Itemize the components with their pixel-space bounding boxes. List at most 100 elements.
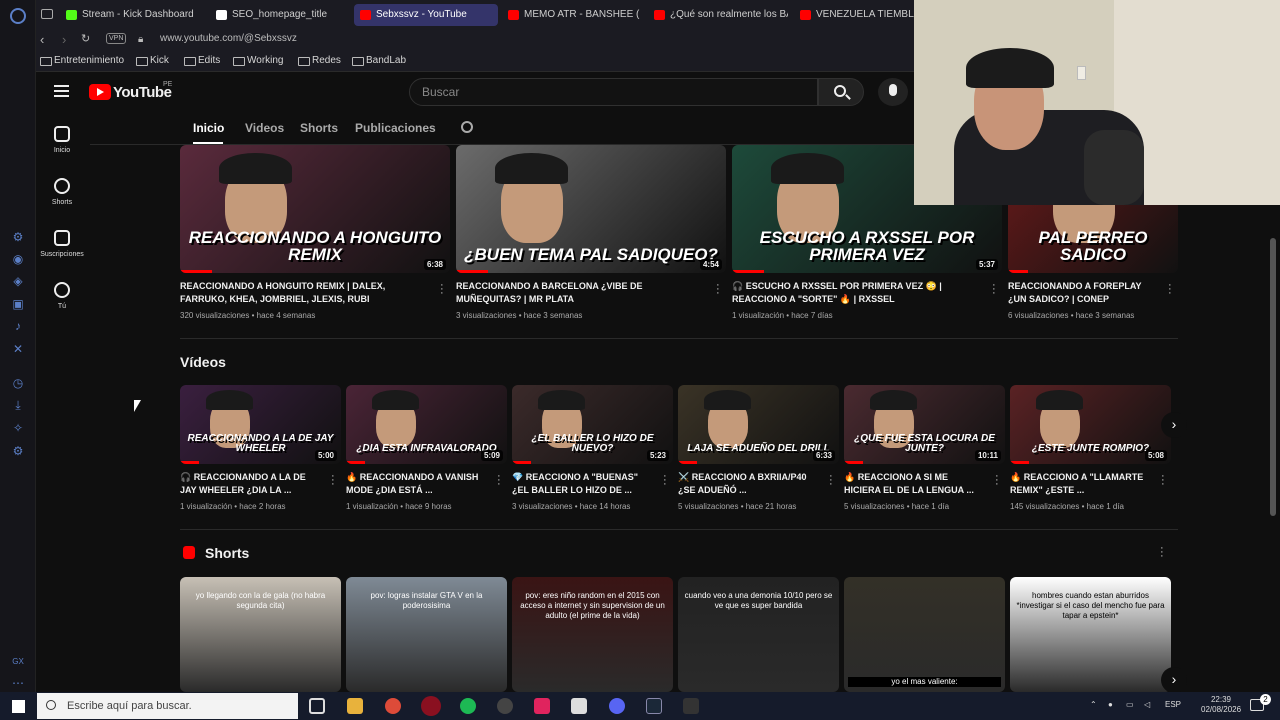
short-thumbnail[interactable]: cuando veo a una demonia 10/10 pero se v… <box>678 577 839 692</box>
tray-chevron-icon[interactable]: ⌃ <box>1090 700 1097 709</box>
tab-kick[interactable]: Stream - Kick Dashboard <box>60 4 210 26</box>
channel-search-icon[interactable] <box>461 121 473 133</box>
back-icon[interactable]: ‹ <box>40 32 44 47</box>
tab-memo[interactable]: MEMO ATR - BANSHEE ( V <box>502 4 642 26</box>
task-view-icon[interactable] <box>309 698 325 714</box>
more-options-icon[interactable]: · · · <box>716 280 720 299</box>
reload-icon[interactable]: ↻ <box>81 32 90 45</box>
video-title[interactable]: 🎧 ESCUCHO A RXSSEL POR PRIMERA VEZ 😳 | R… <box>732 280 978 306</box>
gear-icon[interactable]: ⚙ <box>10 443 26 459</box>
youtube-logo-icon[interactable] <box>89 84 111 100</box>
more-options-icon[interactable]: · · · <box>995 471 999 490</box>
browser-logo-icon[interactable] <box>10 8 26 24</box>
tab-inicio[interactable]: Inicio <box>193 121 224 135</box>
video-thumbnail[interactable]: LAJA SE ADUEÑO DEL DRILL 6:33 <box>678 385 839 464</box>
gx-icon[interactable]: GX <box>10 654 26 670</box>
whatsapp-icon[interactable]: ◉ <box>10 251 26 267</box>
short-thumbnail[interactable]: yo llegando con la de gala (no habra seg… <box>180 577 341 692</box>
forward-icon[interactable]: › <box>62 32 66 47</box>
windows-start-icon[interactable] <box>12 700 25 713</box>
extensions-icon[interactable]: ✧ <box>10 420 26 436</box>
clock[interactable]: 22:39 02/08/2026 <box>1201 695 1241 715</box>
file-explorer-icon[interactable] <box>347 698 363 714</box>
more-options-icon[interactable]: · · · <box>663 471 667 490</box>
more-options-icon[interactable]: · · · <box>497 471 501 490</box>
video-thumbnail[interactable]: REACCIONANDO A HONGUITO REMIX 6:38 <box>180 145 450 273</box>
short-thumbnail[interactable]: hombres cuando estan aburridos *investig… <box>1010 577 1171 692</box>
microphone-button[interactable] <box>878 78 908 106</box>
language-indicator[interactable]: ESP <box>1165 700 1181 709</box>
tiktok-icon[interactable]: ♪ <box>10 318 26 334</box>
short-thumbnail[interactable]: yo el mas valiente: <box>844 577 1005 692</box>
video-title[interactable]: 🎧 REACCIONANDO A LA DE JAY WHEELER ¿DIA … <box>180 471 317 497</box>
video-thumbnail[interactable]: ¿DIA ESTA INFRAVALORADO 5:09 <box>346 385 507 464</box>
video-title[interactable]: REACCIONANDO A HONGUITO REMIX | DALEX, F… <box>180 280 426 306</box>
video-title[interactable]: 🔥 REACCIONO A SI ME HICIERA EL DE LA LEN… <box>844 471 981 497</box>
history-icon[interactable]: ◷ <box>10 375 26 391</box>
taskbar-search-input[interactable]: Escribe aquí para buscar. <box>37 693 298 719</box>
video-title[interactable]: 💎 REACCIONO A "BUENAS" ¿EL BALLER LO HIZ… <box>512 471 649 497</box>
more-icon[interactable]: ⋯ <box>10 675 26 691</box>
epic-games-icon[interactable] <box>683 698 699 714</box>
video-thumbnail[interactable]: ¿ESTE JUNTE ROMPIO? 5:08 <box>1010 385 1171 464</box>
bookmark-bandlab[interactable]: BandLab <box>352 55 406 66</box>
tab-que-son[interactable]: ¿Qué son realmente los BA <box>648 4 788 26</box>
tab-publicaciones[interactable]: Publicaciones <box>355 121 436 135</box>
more-options-icon[interactable]: · · · <box>992 280 996 299</box>
network-icon[interactable]: ▭ <box>1126 700 1134 709</box>
videos-section-title[interactable]: Vídeos <box>180 354 226 370</box>
more-options-icon[interactable]: · · · <box>829 471 833 490</box>
video-title[interactable]: ⚔️ REACCIONO A BXRIIA/P40 ¿SE ADUEÑÓ ... <box>678 471 815 497</box>
short-thumbnail[interactable]: pov: logras instalar GTA V en la poderos… <box>346 577 507 692</box>
video-thumbnail[interactable]: REACCIONANDO A LA DE JAY WHEELER 5:00 <box>180 385 341 464</box>
short-thumbnail[interactable]: pov: eres niño random en el 2015 con acc… <box>512 577 673 692</box>
scrollbar[interactable] <box>1270 238 1276 516</box>
next-arrow-icon[interactable]: › <box>1161 412 1187 438</box>
tab-videos[interactable]: Videos <box>245 121 284 135</box>
url-field[interactable]: www.youtube.com/@Sebxssvz <box>160 33 297 44</box>
microphone-tray-icon[interactable]: ● <box>1108 700 1113 709</box>
more-options-icon[interactable]: · · · <box>1160 543 1164 562</box>
shorts-section-title[interactable]: Shorts <box>205 545 249 561</box>
chrome-icon[interactable] <box>385 698 401 714</box>
video-thumbnail[interactable]: ¿EL BALLER LO HIZO DE NUEVO? 5:23 <box>512 385 673 464</box>
bookmark-entretenimiento[interactable]: Entretenimiento <box>40 55 124 66</box>
nav-you[interactable]: Tú <box>36 282 88 310</box>
video-title[interactable]: REACCIONANDO A BARCELONA ¿VIBE DE MUÑEQU… <box>456 280 702 306</box>
opera-gx-icon[interactable] <box>421 696 441 716</box>
bookmark-working[interactable]: Working <box>233 55 284 66</box>
x-icon[interactable]: ✕ <box>10 341 26 357</box>
spotify-icon[interactable] <box>460 698 476 714</box>
nav-shorts[interactable]: Shorts <box>36 178 88 206</box>
tab-venezuela[interactable]: VENEZUELA TIEMBLA: <box>794 4 914 26</box>
more-options-icon[interactable]: · · · <box>331 471 335 490</box>
nav-subscriptions[interactable]: Suscripciones <box>36 230 88 258</box>
instagram-icon[interactable]: ▣ <box>10 296 26 312</box>
next-arrow-icon[interactable]: › <box>1161 667 1187 693</box>
tab-youtube-active[interactable]: Sebxssvz - YouTube <box>354 4 498 26</box>
discord-icon[interactable]: ◈ <box>10 273 26 289</box>
more-options-icon[interactable]: · · · <box>440 280 444 299</box>
capcut-icon[interactable] <box>571 698 587 714</box>
lock-icon[interactable]: 🔒︎ <box>138 34 143 45</box>
workspace-icon[interactable] <box>41 9 53 19</box>
bookmark-edits[interactable]: Edits <box>184 55 220 66</box>
steam-icon[interactable] <box>646 698 662 714</box>
discord-icon[interactable] <box>609 698 625 714</box>
video-title[interactable]: REACCIONANDO A FOREPLAY ¿UN SADICO? | CO… <box>1008 280 1154 306</box>
vpn-badge[interactable]: VPN <box>106 33 127 44</box>
tab-seo[interactable]: SEO_homepage_title <box>210 4 350 26</box>
tiktok-studio-icon[interactable] <box>534 698 550 714</box>
bookmark-kick[interactable]: Kick <box>136 55 169 66</box>
download-icon[interactable]: ⤓ <box>10 397 26 413</box>
video-thumbnail[interactable]: ¿BUEN TEMA PAL SADIQUEO? 4:54 <box>456 145 726 273</box>
more-options-icon[interactable]: · · · <box>1161 471 1165 490</box>
more-options-icon[interactable]: · · · <box>1168 280 1172 299</box>
bookmark-redes[interactable]: Redes <box>298 55 341 66</box>
nav-home[interactable]: Inicio <box>36 126 88 154</box>
search-input[interactable]: Buscar <box>409 78 818 106</box>
video-thumbnail[interactable]: ¿QUE FUE ESTA LOCURA DE JUNTE? 10:11 <box>844 385 1005 464</box>
search-button[interactable] <box>818 78 864 106</box>
obs-icon[interactable] <box>497 698 513 714</box>
menu-icon[interactable] <box>54 85 69 99</box>
